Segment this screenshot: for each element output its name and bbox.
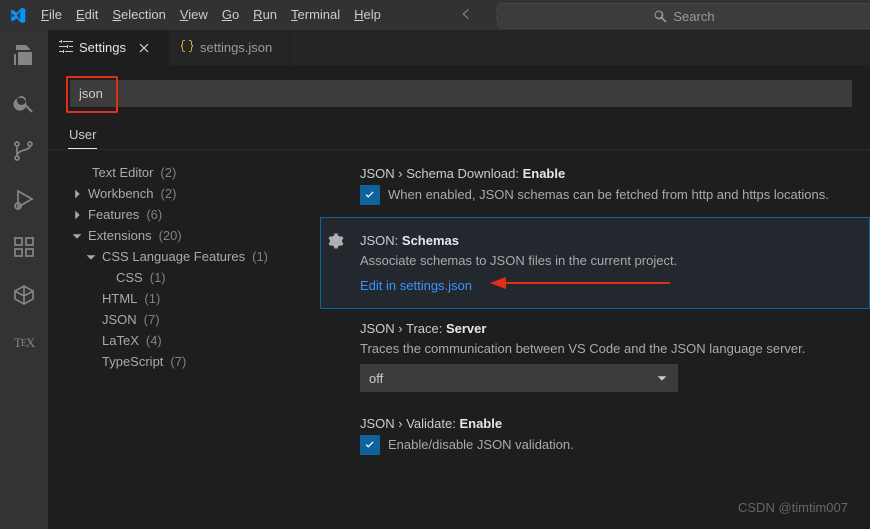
- setting-json-trace: JSON › Trace: Server Traces the communic…: [320, 309, 870, 404]
- braces-icon: [179, 38, 195, 57]
- setting-title: JSON › Validate: Enable: [360, 416, 850, 431]
- toc-json[interactable]: JSON (7): [48, 309, 320, 330]
- title-search-box[interactable]: Search: [497, 3, 870, 29]
- setting-desc: Enable/disable JSON validation.: [388, 436, 574, 454]
- settings-details: JSON › Schema Download: Enable When enab…: [320, 150, 870, 529]
- setting-title: JSON › Trace: Server: [360, 321, 850, 336]
- nav-back-icon[interactable]: [458, 7, 472, 24]
- setting-title: JSON: Schemas: [360, 233, 850, 248]
- menu-edit[interactable]: Edit: [69, 0, 105, 30]
- scope-tab-user[interactable]: User: [68, 119, 97, 149]
- toc-typescript[interactable]: TypeScript (7): [48, 351, 320, 372]
- setting-desc: When enabled, JSON schemas can be fetche…: [388, 186, 829, 204]
- setting-desc: Traces the communication between VS Code…: [360, 340, 850, 358]
- settings-search-field[interactable]: [77, 85, 131, 102]
- activity-search-icon[interactable]: [0, 86, 48, 120]
- checkbox[interactable]: [360, 435, 380, 455]
- chevron-right-icon: [70, 187, 84, 201]
- tab-settings[interactable]: Settings: [48, 30, 169, 65]
- settings-search-input[interactable]: [70, 80, 852, 107]
- chevron-down-icon: [70, 229, 84, 243]
- toc-html[interactable]: HTML (1): [48, 288, 320, 309]
- editor-tabs: Settings settings.json: [48, 30, 870, 65]
- setting-json-validate: JSON › Validate: Enable Enable/disable J…: [320, 404, 870, 467]
- menu-view[interactable]: View: [173, 0, 215, 30]
- menu-go[interactable]: Go: [215, 0, 246, 30]
- setting-title: JSON › Schema Download: Enable: [360, 166, 850, 181]
- toc-css-lang[interactable]: CSS Language Features (1): [48, 246, 320, 267]
- checkbox[interactable]: [360, 185, 380, 205]
- menu-terminal[interactable]: Terminal: [284, 0, 347, 30]
- toc-features[interactable]: Features (6): [48, 204, 320, 225]
- title-search-placeholder: Search: [673, 9, 714, 24]
- activity-scm-icon[interactable]: [0, 134, 48, 168]
- chevron-down-icon: [84, 250, 98, 264]
- settings-search-row: [48, 65, 870, 119]
- setting-json-schema-download: JSON › Schema Download: Enable When enab…: [320, 154, 870, 217]
- watermark: CSDN @timtim007: [738, 500, 848, 515]
- menu-bar: File Edit Selection View Go Run Terminal…: [34, 0, 388, 30]
- menu-file[interactable]: File: [34, 0, 69, 30]
- check-icon: [363, 188, 377, 202]
- title-bar: File Edit Selection View Go Run Terminal…: [0, 0, 870, 30]
- settings-toc: Text Editor (2) Workbench (2) Features (…: [48, 150, 320, 529]
- toc-extensions[interactable]: Extensions (20): [48, 225, 320, 246]
- activity-latex-icon[interactable]: TEX: [0, 326, 48, 360]
- activity-debug-icon[interactable]: [0, 182, 48, 216]
- settings-scope-tabs: User: [48, 119, 870, 150]
- chevron-right-icon: [70, 208, 84, 222]
- edit-in-settings-json-link[interactable]: Edit in settings.json: [360, 278, 472, 293]
- tab-label: settings.json: [200, 40, 272, 55]
- app-logo: [0, 0, 34, 30]
- tab-settings-json[interactable]: settings.json: [169, 30, 290, 65]
- gear-icon[interactable]: [328, 233, 344, 252]
- toc-text-editor[interactable]: Text Editor (2): [48, 162, 320, 183]
- select-value: off: [369, 371, 383, 386]
- setting-json-schemas[interactable]: JSON: Schemas Associate schemas to JSON …: [320, 217, 870, 309]
- toc-css[interactable]: CSS (1): [48, 267, 320, 288]
- menu-selection[interactable]: Selection: [105, 0, 172, 30]
- toc-workbench[interactable]: Workbench (2): [48, 183, 320, 204]
- activity-extensions-icon[interactable]: [0, 230, 48, 264]
- activity-explorer-icon[interactable]: [0, 38, 48, 72]
- toc-latex[interactable]: LaTeX (4): [48, 330, 320, 351]
- setting-desc: Associate schemas to JSON files in the c…: [360, 252, 850, 270]
- chevron-down-icon: [655, 371, 669, 385]
- sliders-icon: [58, 38, 74, 57]
- activity-bar: TEX: [0, 30, 48, 529]
- menu-run[interactable]: Run: [246, 0, 284, 30]
- search-icon: [653, 9, 667, 23]
- check-icon: [363, 438, 377, 452]
- close-icon[interactable]: [136, 40, 152, 56]
- tab-label: Settings: [79, 40, 126, 55]
- trace-select[interactable]: off: [360, 364, 678, 392]
- menu-help[interactable]: Help: [347, 0, 388, 30]
- activity-remote-icon[interactable]: [0, 278, 48, 312]
